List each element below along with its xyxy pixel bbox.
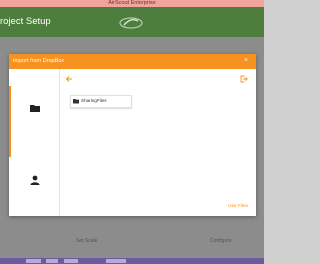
folder-icon	[73, 99, 79, 104]
taskbar-item[interactable]	[26, 259, 41, 263]
set-scale-button: Set Scale	[76, 238, 98, 244]
dialog-header: Import from DropBox ×	[9, 54, 256, 69]
window-title: AirScout Enterprise	[108, 0, 156, 6]
background-toolbar: Set Scale Configure	[60, 238, 260, 252]
taskbar-item[interactable]	[64, 259, 78, 263]
app-header: roject Setup	[0, 7, 264, 37]
account-icon[interactable]	[29, 174, 41, 186]
file-browser: SharingFiles Use Files	[60, 69, 256, 216]
page-title: roject Setup	[0, 16, 51, 27]
folder-name: SharingFiles	[81, 98, 107, 103]
back-arrow-icon[interactable]	[65, 75, 73, 83]
configure-button: Configure	[210, 238, 232, 244]
import-dialog: Import from DropBox × SharingFiles Use F…	[9, 54, 256, 216]
logout-icon[interactable]	[240, 75, 248, 83]
window-titlebar: AirScout Enterprise	[0, 0, 264, 7]
taskbar-item[interactable]	[46, 259, 58, 263]
dialog-title: Import from DropBox	[13, 58, 65, 64]
folder-item[interactable]: SharingFiles	[70, 95, 132, 108]
use-files-button[interactable]: Use Files	[228, 204, 248, 209]
taskbar	[0, 258, 264, 264]
taskbar-item[interactable]	[106, 259, 126, 263]
dialog-sidebar	[9, 69, 60, 216]
selected-indicator	[9, 86, 11, 157]
close-button[interactable]: ×	[244, 57, 248, 65]
folder-icon[interactable]	[29, 102, 41, 114]
airscout-logo-icon	[119, 17, 143, 29]
